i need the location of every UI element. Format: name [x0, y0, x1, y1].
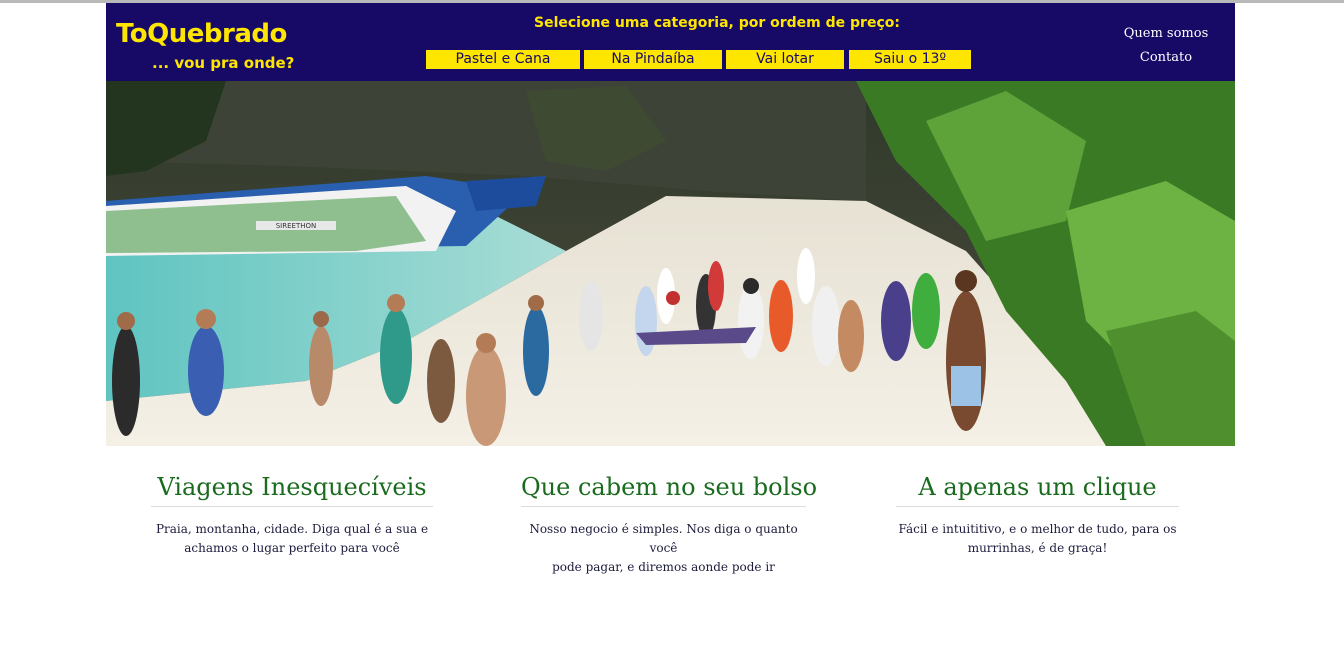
beach-crowd-illustration: SIREETHON: [106, 81, 1235, 446]
feature-description: Praia, montanha, cidade. Diga qual é a s…: [151, 520, 433, 558]
feature-title: Viagens Inesquecíveis: [151, 472, 433, 507]
feature-description: Nosso negocio é simples. Nos diga o quan…: [521, 520, 806, 577]
feature-line: Fácil e intuititivo, e o melhor de tudo,…: [898, 522, 1177, 536]
feature-line: Praia, montanha, cidade. Diga qual é a s…: [155, 522, 429, 536]
category-saiu-o-13[interactable]: Saiu o 13º: [849, 50, 971, 69]
feature-line: achamos o lugar perfeito para você: [184, 541, 400, 555]
hero-beach-image: SIREETHON: [106, 81, 1235, 446]
link-contato[interactable]: Contato: [1116, 46, 1216, 70]
feature-line: murrinhas, é de graça!: [967, 541, 1108, 555]
site-tagline: ... vou pra onde?: [152, 54, 295, 72]
boat-name: SIREETHON: [276, 222, 317, 230]
category-pastel-e-cana[interactable]: Pastel e Cana: [426, 50, 580, 69]
top-links: Quem somos Contato: [1116, 22, 1216, 70]
feature-clique: A apenas um clique Fácil e intuititivo, …: [896, 472, 1179, 558]
feature-description: Fácil e intuititivo, e o melhor de tudo,…: [896, 520, 1179, 558]
feature-title: A apenas um clique: [896, 472, 1179, 507]
site-logo[interactable]: ToQuebrado: [116, 21, 287, 47]
feature-title: Que cabem no seu bolso: [521, 472, 817, 507]
feature-line: Nosso negocio é simples. Nos diga o quan…: [529, 522, 798, 555]
feature-viagens: Viagens Inesquecíveis Praia, montanha, c…: [151, 472, 433, 558]
category-vai-lotar[interactable]: Vai lotar: [726, 50, 844, 69]
category-prompt: Selecione uma categoria, por ordem de pr…: [534, 15, 900, 31]
category-na-pindaiba[interactable]: Na Pindaíba: [584, 50, 722, 69]
page-container: ToQuebrado ... vou pra onde? Selecione u…: [106, 3, 1235, 446]
site-header: ToQuebrado ... vou pra onde? Selecione u…: [106, 3, 1235, 81]
features-section: Viagens Inesquecíveis Praia, montanha, c…: [106, 472, 1235, 574]
link-quem-somos[interactable]: Quem somos: [1116, 22, 1216, 46]
feature-bolso: Que cabem no seu bolso Nosso negocio é s…: [521, 472, 817, 577]
feature-line: pode pagar, e diremos aonde pode ir: [552, 560, 775, 574]
